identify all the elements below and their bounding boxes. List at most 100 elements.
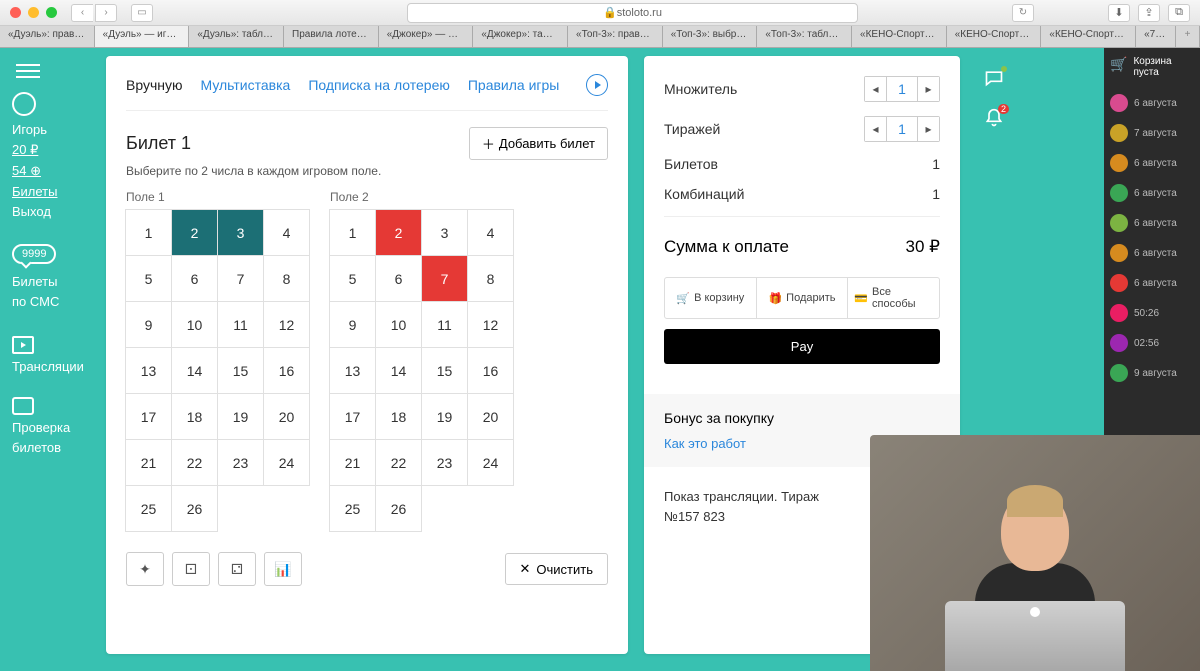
number-cell[interactable]: 19 xyxy=(217,393,264,440)
number-cell[interactable]: 19 xyxy=(421,393,468,440)
apple-pay-button[interactable]: Pay xyxy=(664,329,940,364)
downloads-icon[interactable]: ⬇ xyxy=(1108,4,1130,22)
clear-button[interactable]: ✕Очистить xyxy=(505,553,609,585)
cart-header[interactable]: 🛒 Корзина пуста xyxy=(1110,56,1194,78)
broadcast-icon[interactable] xyxy=(12,336,34,354)
to-cart-button[interactable]: 🛒В корзину xyxy=(665,278,757,318)
new-tab-button[interactable]: + xyxy=(1176,26,1200,47)
browser-tab[interactable]: «КЕНО-Спорт… xyxy=(852,26,947,47)
dice-2-button[interactable]: ⚁ xyxy=(218,552,256,586)
close-window[interactable] xyxy=(10,7,21,18)
number-cell[interactable]: 14 xyxy=(171,347,218,394)
number-cell[interactable]: 7 xyxy=(217,255,264,302)
number-cell[interactable]: 22 xyxy=(171,439,218,486)
number-cell[interactable]: 6 xyxy=(171,255,218,302)
forward-button[interactable]: › xyxy=(95,4,117,22)
multiplier-down[interactable]: ◂ xyxy=(865,77,887,101)
number-cell[interactable]: 21 xyxy=(329,439,376,486)
browser-tab[interactable]: «Дуэль»: табл… xyxy=(189,26,284,47)
number-cell[interactable]: 10 xyxy=(375,301,422,348)
number-cell[interactable]: 12 xyxy=(467,301,514,348)
browser-tab[interactable]: «Джокер» — … xyxy=(379,26,474,47)
number-cell[interactable]: 1 xyxy=(125,209,172,256)
add-ticket-button[interactable]: ＋Добавить билет xyxy=(469,127,608,160)
user-name[interactable]: Игорь xyxy=(12,122,94,137)
check-icon[interactable] xyxy=(12,397,34,415)
number-cell[interactable]: 2 xyxy=(171,209,218,256)
back-button[interactable]: ‹ xyxy=(71,4,93,22)
number-cell[interactable]: 24 xyxy=(263,439,310,486)
number-cell[interactable]: 6 xyxy=(375,255,422,302)
stats-button[interactable]: 📊 xyxy=(264,552,302,586)
number-cell[interactable]: 20 xyxy=(263,393,310,440)
number-cell[interactable]: 14 xyxy=(375,347,422,394)
number-cell[interactable]: 26 xyxy=(171,485,218,532)
number-cell[interactable]: 8 xyxy=(263,255,310,302)
all-methods-button[interactable]: 💳Все способы xyxy=(848,278,939,318)
gift-button[interactable]: 🎁Подарить xyxy=(757,278,849,318)
magic-wand-button[interactable]: ✦ xyxy=(126,552,164,586)
number-cell[interactable]: 17 xyxy=(329,393,376,440)
url-bar[interactable]: 🔒 stoloto.ru xyxy=(407,3,858,23)
dice-1-button[interactable]: ⚀ xyxy=(172,552,210,586)
number-cell[interactable]: 3 xyxy=(421,209,468,256)
number-cell[interactable]: 10 xyxy=(171,301,218,348)
number-cell[interactable]: 13 xyxy=(125,347,172,394)
browser-tab[interactable]: «КЕНО-Спорт… xyxy=(1041,26,1136,47)
cart-item[interactable]: 6 августа xyxy=(1110,238,1194,268)
browser-tab[interactable]: «КЕНО-Спорт… xyxy=(947,26,1042,47)
sidebar-toggle[interactable]: ▭ xyxy=(131,4,153,22)
number-cell[interactable]: 12 xyxy=(263,301,310,348)
browser-tab[interactable]: «Топ-3»: табл… xyxy=(757,26,852,47)
number-cell[interactable]: 15 xyxy=(421,347,468,394)
cart-item[interactable]: 6 августа xyxy=(1110,88,1194,118)
number-cell[interactable]: 23 xyxy=(421,439,468,486)
cart-item[interactable]: 6 августа xyxy=(1110,268,1194,298)
cart-item[interactable]: 9 августа xyxy=(1110,358,1194,388)
number-cell[interactable]: 16 xyxy=(467,347,514,394)
number-cell[interactable]: 18 xyxy=(171,393,218,440)
tabs-icon[interactable]: ⧉ xyxy=(1168,4,1190,22)
maximize-window[interactable] xyxy=(46,7,57,18)
minimize-window[interactable] xyxy=(28,7,39,18)
browser-tab[interactable]: Правила лоте… xyxy=(284,26,379,47)
number-cell[interactable]: 3 xyxy=(217,209,264,256)
tab-rules[interactable]: Правила игры xyxy=(468,77,560,93)
tab-multi[interactable]: Мультиставка xyxy=(201,77,291,93)
number-cell[interactable]: 23 xyxy=(217,439,264,486)
chat-icon[interactable] xyxy=(983,68,1005,88)
tab-subscribe[interactable]: Подписка на лотерею xyxy=(308,77,450,93)
number-cell[interactable]: 4 xyxy=(467,209,514,256)
cart-item[interactable]: 02:56 xyxy=(1110,328,1194,358)
number-cell[interactable]: 16 xyxy=(263,347,310,394)
number-cell[interactable]: 24 xyxy=(467,439,514,486)
sms-tickets[interactable]: Билеты xyxy=(12,274,94,289)
number-cell[interactable]: 11 xyxy=(421,301,468,348)
play-icon[interactable] xyxy=(586,74,608,96)
number-cell[interactable]: 1 xyxy=(329,209,376,256)
broadcasts-link[interactable]: Трансляции xyxy=(12,359,94,374)
number-cell[interactable]: 7 xyxy=(421,255,468,302)
browser-tab[interactable]: «Джокер»: та… xyxy=(473,26,568,47)
number-cell[interactable]: 25 xyxy=(125,485,172,532)
browser-tab[interactable]: «Топ-3»: выбр… xyxy=(663,26,758,47)
tab-manual[interactable]: Вручную xyxy=(126,77,183,93)
number-cell[interactable]: 4 xyxy=(263,209,310,256)
browser-tab[interactable]: «7 и… xyxy=(1136,26,1176,47)
draws-up[interactable]: ▸ xyxy=(917,117,939,141)
number-cell[interactable]: 22 xyxy=(375,439,422,486)
browser-tab[interactable]: «Топ-3»: прав… xyxy=(568,26,663,47)
cart-item[interactable]: 6 августа xyxy=(1110,208,1194,238)
number-cell[interactable]: 26 xyxy=(375,485,422,532)
number-cell[interactable]: 8 xyxy=(467,255,514,302)
avatar[interactable] xyxy=(12,92,36,116)
browser-tab[interactable]: «Дуэль» — иг… xyxy=(95,26,190,47)
number-cell[interactable]: 5 xyxy=(125,255,172,302)
number-cell[interactable]: 9 xyxy=(125,301,172,348)
number-cell[interactable]: 5 xyxy=(329,255,376,302)
multiplier-up[interactable]: ▸ xyxy=(917,77,939,101)
number-cell[interactable]: 20 xyxy=(467,393,514,440)
cart-item[interactable]: 6 августа xyxy=(1110,178,1194,208)
browser-tab[interactable]: «Дуэль»: прав… xyxy=(0,26,95,47)
cart-item[interactable]: 7 августа xyxy=(1110,118,1194,148)
